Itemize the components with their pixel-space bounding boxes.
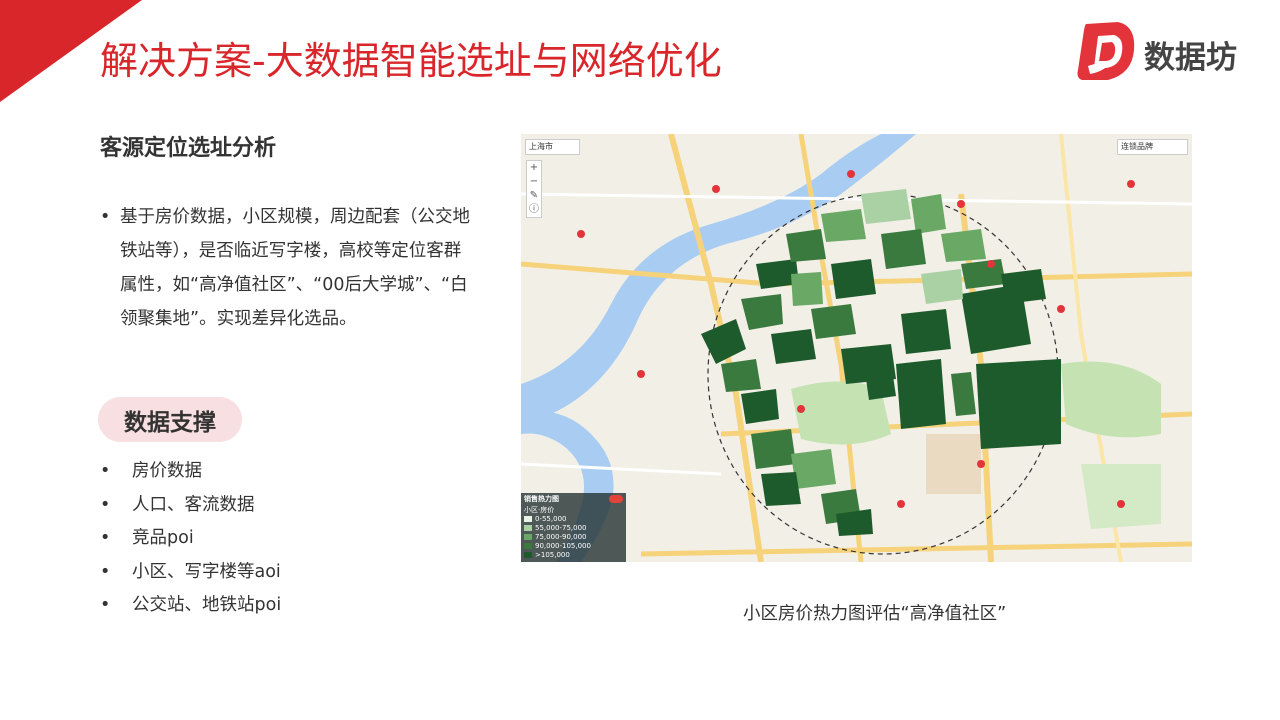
legend-item-label: 75,000-90,000 — [535, 533, 587, 541]
list-item-label: 竞品poi — [132, 528, 194, 548]
legend-item-label: >105,000 — [535, 551, 570, 559]
list-item-label: 房价数据 — [132, 461, 202, 481]
list-item: • 人口、客流数据 — [100, 494, 255, 515]
zoom-in-button[interactable]: + — [527, 161, 541, 175]
legend-item: 0-55,000 — [521, 515, 626, 524]
legend-item: 75,000-90,000 — [521, 533, 626, 542]
bullet-dot: • — [100, 207, 111, 227]
section-title: 客源定位选址分析 — [100, 136, 277, 161]
list-item-label: 人口、客流数据 — [132, 494, 255, 515]
map-legend: 销售热力图 小区·房价 0-55,000 55,000-75,000 75,00… — [521, 493, 626, 562]
list-item-label: 小区、写字楼等aoi — [132, 561, 281, 582]
info-icon[interactable]: ⓘ — [527, 203, 541, 217]
map-caption: 小区房价热力图评估“高净值社区” — [743, 604, 1007, 624]
map-toolbar: + − ✎ ⓘ — [526, 160, 542, 218]
support-label: 数据支撑 — [98, 397, 242, 442]
legend-item-label: 90,000-105,000 — [535, 542, 591, 550]
list-item: • 公交站、地铁站poi — [100, 595, 282, 615]
legend-item-label: 0-55,000 — [535, 515, 567, 523]
zoom-out-button[interactable]: − — [527, 175, 541, 189]
legend-item: 90,000-105,000 — [521, 542, 626, 551]
legend-item: 55,000-75,000 — [521, 524, 626, 533]
description-text: 基于房价数据，小区规模，周边配套（公交地铁站等），是否临近写字楼，高校等定位客群… — [120, 207, 470, 329]
list-item: • 竞品poi — [100, 528, 194, 548]
legend-subtitle: 小区·房价 — [524, 506, 555, 514]
city-select[interactable]: 上海市 — [525, 139, 580, 155]
legend-item: >105,000 — [521, 551, 626, 560]
list-item: • 房价数据 — [100, 461, 202, 481]
heatmap-map[interactable]: 上海市 连锁品牌 + − ✎ ⓘ 销售热力图 小区·房价 0-55,000 55… — [521, 134, 1192, 562]
brand-logo-icon — [1077, 22, 1135, 80]
layer-select[interactable]: 连锁品牌 — [1117, 139, 1188, 155]
brand-logo: 数据坊 — [1074, 18, 1254, 84]
support-list: • 房价数据 • 人口、客流数据 • 竞品poi • 小区、写字楼等aoi • 公交站、地… — [100, 455, 281, 623]
measure-icon[interactable]: ✎ — [527, 189, 541, 203]
brand-name: 数据坊 — [1144, 40, 1237, 76]
legend-item-label: 55,000-75,000 — [535, 524, 587, 532]
list-item-label: 公交站、地铁站poi — [132, 595, 282, 615]
description-block: • 基于房价数据，小区规模，周边配套（公交地铁站等），是否临近写字楼，高校等定位… — [100, 200, 475, 336]
legend-toggle[interactable] — [609, 495, 623, 503]
page-title: 解决方案-大数据智能选址与网络优化 — [100, 39, 722, 83]
list-item: • 小区、写字楼等aoi — [100, 561, 281, 582]
